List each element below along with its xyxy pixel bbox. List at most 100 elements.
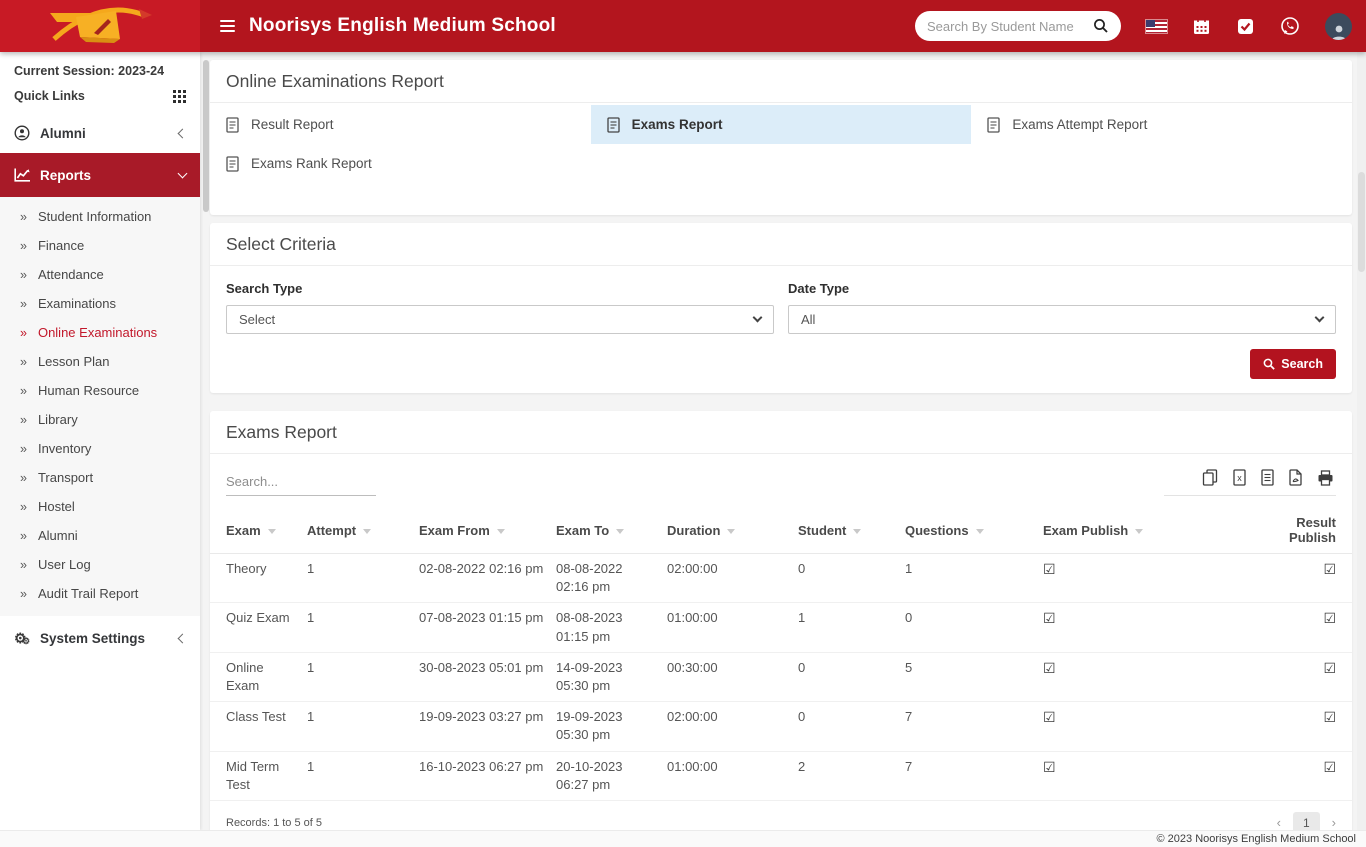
submenu-label: Library bbox=[38, 412, 78, 427]
result-publish-checkbox[interactable]: ☑ bbox=[1323, 561, 1336, 577]
pdf-export-icon[interactable] bbox=[1289, 469, 1302, 486]
exam-publish-checkbox[interactable]: ☑ bbox=[1043, 660, 1056, 676]
result-publish-checkbox[interactable]: ☑ bbox=[1323, 709, 1336, 725]
cell-exam: Theory bbox=[210, 554, 307, 603]
page-scrollbar-thumb[interactable] bbox=[1358, 172, 1365, 272]
tab-label: Exams Attempt Report bbox=[1012, 117, 1147, 132]
submenu-human-resource[interactable]: »Human Resource bbox=[0, 376, 200, 405]
cell-exam: Class Test bbox=[210, 702, 307, 751]
menu-toggle-icon[interactable] bbox=[220, 20, 235, 32]
submenu-arrow-icon: » bbox=[20, 529, 27, 543]
submenu-attendance[interactable]: »Attendance bbox=[0, 260, 200, 289]
cell-attempt: 1 bbox=[307, 603, 419, 652]
submenu-inventory[interactable]: »Inventory bbox=[0, 434, 200, 463]
submenu-examinations[interactable]: »Examinations bbox=[0, 289, 200, 318]
submenu-arrow-icon: » bbox=[20, 239, 27, 253]
exam-publish-checkbox[interactable]: ☑ bbox=[1043, 561, 1056, 577]
cell-exam-from: 07-08-2023 01:15 pm bbox=[419, 603, 556, 652]
grid-icon[interactable] bbox=[173, 90, 186, 103]
table-search[interactable] bbox=[226, 470, 376, 496]
copy-icon[interactable] bbox=[1202, 469, 1218, 486]
col-header-exam-publish[interactable]: Exam Publish bbox=[1043, 507, 1262, 554]
cell-attempt: 1 bbox=[307, 554, 419, 603]
school-logo-icon bbox=[42, 6, 158, 46]
document-icon bbox=[226, 156, 239, 172]
excel-export-icon[interactable]: x bbox=[1233, 469, 1246, 486]
school-logo[interactable] bbox=[0, 0, 200, 52]
cell-student: 0 bbox=[798, 554, 905, 603]
chevron-left-icon bbox=[178, 128, 188, 138]
table-row: Mid Term Test 1 16-10-2023 06:27 pm 20-1… bbox=[210, 751, 1352, 800]
sidebar-item-alumni[interactable]: Alumni bbox=[0, 113, 200, 153]
cell-duration: 01:00:00 bbox=[667, 603, 798, 652]
quick-links[interactable]: Quick Links bbox=[14, 89, 186, 103]
search-icon bbox=[1263, 358, 1275, 370]
submenu-online-examinations[interactable]: »Online Examinations bbox=[0, 318, 200, 347]
sidebar-item-system-settings[interactable]: ⚙⚙ System Settings bbox=[0, 616, 200, 660]
exam-publish-checkbox[interactable]: ☑ bbox=[1043, 610, 1056, 626]
tab-result-report[interactable]: Result Report bbox=[210, 105, 591, 144]
language-flag-icon[interactable] bbox=[1146, 20, 1167, 33]
whatsapp-icon[interactable] bbox=[1280, 16, 1300, 36]
user-avatar[interactable] bbox=[1325, 13, 1352, 40]
search-type-select[interactable]: Select bbox=[226, 305, 774, 334]
student-search[interactable] bbox=[915, 11, 1121, 41]
submenu-hostel[interactable]: »Hostel bbox=[0, 492, 200, 521]
exams-report-title: Exams Report bbox=[210, 411, 1352, 454]
col-header-duration[interactable]: Duration bbox=[667, 507, 798, 554]
cell-exam: Online Exam bbox=[210, 652, 307, 701]
submenu-library[interactable]: »Library bbox=[0, 405, 200, 434]
pagination-next-icon[interactable]: › bbox=[1332, 815, 1336, 830]
col-header-student[interactable]: Student bbox=[798, 507, 905, 554]
submenu-label: Alumni bbox=[38, 528, 78, 543]
sidebar-scrollbar-thumb[interactable] bbox=[203, 60, 209, 212]
cell-duration: 02:00:00 bbox=[667, 702, 798, 751]
submenu-student-information[interactable]: »Student Information bbox=[0, 202, 200, 231]
student-search-input[interactable] bbox=[927, 19, 1093, 34]
submenu-finance[interactable]: »Finance bbox=[0, 231, 200, 260]
table-row: Quiz Exam 1 07-08-2023 01:15 pm 08-08-20… bbox=[210, 603, 1352, 652]
tab-label: Exams Report bbox=[632, 117, 723, 132]
exam-publish-checkbox[interactable]: ☑ bbox=[1043, 759, 1056, 775]
submenu-audit-trail-report[interactable]: »Audit Trail Report bbox=[0, 579, 200, 608]
col-header-questions[interactable]: Questions bbox=[905, 507, 1043, 554]
result-publish-checkbox[interactable]: ☑ bbox=[1323, 660, 1336, 676]
result-publish-checkbox[interactable]: ☑ bbox=[1323, 610, 1336, 626]
col-header-exam[interactable]: Exam bbox=[210, 507, 307, 554]
table-search-input[interactable] bbox=[226, 470, 376, 496]
pagination-prev-icon[interactable]: ‹ bbox=[1277, 815, 1281, 830]
calendar-icon[interactable] bbox=[1192, 17, 1211, 36]
exam-publish-checkbox[interactable]: ☑ bbox=[1043, 709, 1056, 725]
cell-student: 2 bbox=[798, 751, 905, 800]
cell-duration: 02:00:00 bbox=[667, 554, 798, 603]
col-header-exam-from[interactable]: Exam From bbox=[419, 507, 556, 554]
records-summary: Records: 1 to 5 of 5 bbox=[226, 817, 322, 829]
submenu-lesson-plan[interactable]: »Lesson Plan bbox=[0, 347, 200, 376]
tab-exams-attempt-report[interactable]: Exams Attempt Report bbox=[971, 105, 1352, 144]
submenu-user-log[interactable]: »User Log bbox=[0, 550, 200, 579]
search-icon[interactable] bbox=[1093, 18, 1109, 34]
cell-student: 0 bbox=[798, 702, 905, 751]
submenu-arrow-icon: » bbox=[20, 384, 27, 398]
result-publish-checkbox[interactable]: ☑ bbox=[1323, 759, 1336, 775]
select-criteria-title: Select Criteria bbox=[210, 223, 1352, 266]
tab-exams-rank-report[interactable]: Exams Rank Report bbox=[210, 144, 591, 183]
csv-export-icon[interactable] bbox=[1261, 469, 1274, 486]
cell-attempt: 1 bbox=[307, 652, 419, 701]
col-header-result-publish[interactable]: Result Publish bbox=[1262, 507, 1352, 554]
search-button[interactable]: Search bbox=[1250, 349, 1336, 379]
gear-icon: ⚙⚙ bbox=[14, 630, 40, 647]
search-type-label: Search Type bbox=[226, 281, 774, 296]
col-header-exam-to[interactable]: Exam To bbox=[556, 507, 667, 554]
tab-exams-report[interactable]: Exams Report bbox=[591, 105, 972, 144]
sort-caret-icon bbox=[363, 529, 371, 534]
date-type-select[interactable]: All bbox=[788, 305, 1336, 334]
submenu-label: Inventory bbox=[38, 441, 91, 456]
page-scrollbar[interactable] bbox=[1357, 52, 1366, 847]
sidebar-item-reports[interactable]: Reports bbox=[0, 153, 200, 197]
col-header-attempt[interactable]: Attempt bbox=[307, 507, 419, 554]
submenu-alumni[interactable]: » Alumni bbox=[0, 521, 200, 550]
print-icon[interactable] bbox=[1317, 470, 1334, 486]
attendance-check-icon[interactable] bbox=[1236, 17, 1255, 36]
submenu-transport[interactable]: »Transport bbox=[0, 463, 200, 492]
